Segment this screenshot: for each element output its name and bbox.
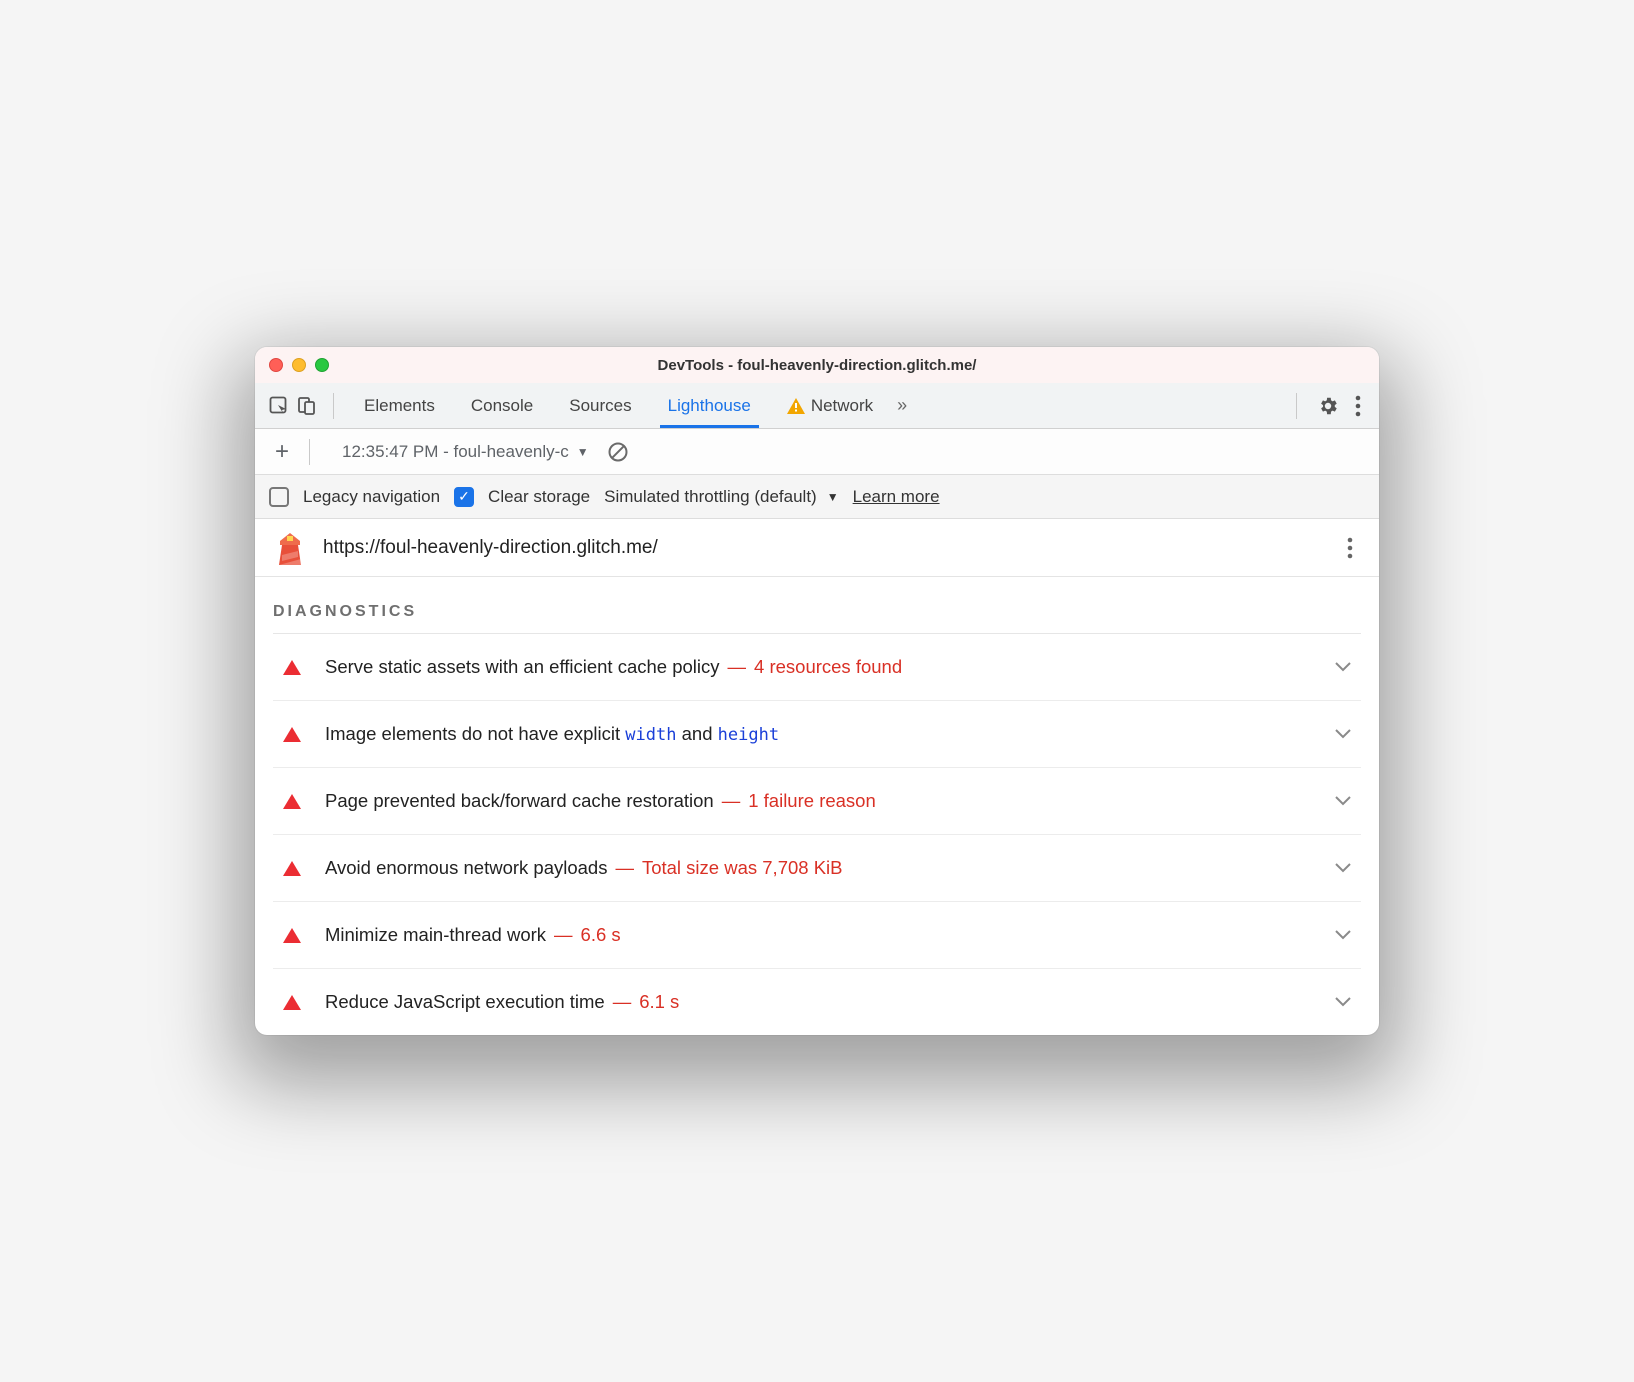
code-token: width [625, 725, 676, 745]
tab-console[interactable]: Console [453, 383, 551, 428]
fail-triangle-icon [283, 794, 301, 809]
diagnostic-detail: 6.6 s [581, 924, 621, 945]
fail-triangle-icon [283, 660, 301, 675]
throttling-label: Simulated throttling (default) [604, 487, 817, 507]
fail-triangle-icon [283, 727, 301, 742]
tab-network[interactable]: Network [769, 383, 891, 428]
diagnostic-title: Reduce JavaScript execution time [325, 991, 605, 1012]
diagnostic-detail: 4 resources found [754, 656, 902, 677]
lighthouse-options: Legacy navigation ✓ Clear storage Simula… [255, 475, 1379, 519]
tab-sources[interactable]: Sources [551, 383, 649, 428]
more-tabs-button[interactable]: » [891, 395, 913, 416]
chevron-down-icon [1335, 863, 1351, 873]
fail-triangle-icon [283, 928, 301, 943]
diagnostic-text: Serve static assets with an efficient ca… [325, 656, 902, 678]
tab-elements[interactable]: Elements [346, 383, 453, 428]
learn-more-link[interactable]: Learn more [853, 487, 940, 507]
devtools-tabbar: ElementsConsoleSourcesLighthouseNetwork … [255, 383, 1379, 429]
diagnostic-title: Page prevented back/forward cache restor… [325, 790, 714, 811]
diagnostic-text: Page prevented back/forward cache restor… [325, 790, 876, 812]
divider [1296, 393, 1297, 419]
device-toggle-icon[interactable] [293, 392, 321, 420]
inspect-element-icon[interactable] [265, 392, 293, 420]
diagnostic-row[interactable]: Serve static assets with an efficient ca… [273, 634, 1361, 701]
throttling-select[interactable]: Simulated throttling (default) ▼ [604, 487, 839, 507]
chevron-down-icon [1335, 930, 1351, 940]
diagnostic-detail: Total size was 7,708 KiB [642, 857, 843, 878]
diagnostic-detail: 1 failure reason [748, 790, 876, 811]
diagnostic-text: Avoid enormous network payloads—Total si… [325, 857, 843, 879]
legacy-navigation-label: Legacy navigation [303, 487, 440, 507]
window-controls [269, 358, 329, 372]
code-token: height [718, 725, 779, 745]
diagnostic-text: Minimize main-thread work—6.6 s [325, 924, 621, 946]
lighthouse-icon [273, 529, 307, 567]
divider [333, 393, 334, 419]
lighthouse-toolbar: + 12:35:47 PM - foul-heavenly-c ▼ [255, 429, 1379, 475]
main-menu-button[interactable] [1347, 395, 1369, 417]
legacy-navigation-checkbox[interactable] [269, 487, 289, 507]
chevron-down-icon [1335, 729, 1351, 739]
fail-triangle-icon [283, 995, 301, 1010]
tab-label: Lighthouse [668, 396, 751, 416]
tab-lighthouse[interactable]: Lighthouse [650, 383, 769, 428]
report-select[interactable]: 12:35:47 PM - foul-heavenly-c ▼ [342, 442, 589, 462]
caret-down-icon: ▼ [577, 445, 589, 459]
tab-label: Network [811, 396, 873, 416]
diagnostics-heading: DIAGNOSTICS [255, 577, 1379, 633]
diagnostic-row[interactable]: Reduce JavaScript execution time—6.1 s [273, 969, 1361, 1035]
clear-all-button[interactable] [607, 441, 629, 463]
diagnostic-title: Serve static assets with an efficient ca… [325, 656, 720, 677]
window-title: DevTools - foul-heavenly-direction.glitc… [255, 357, 1379, 374]
diagnostic-title: Minimize main-thread work [325, 924, 546, 945]
report-select-label: 12:35:47 PM - foul-heavenly-c [342, 442, 569, 462]
diagnostic-row[interactable]: Minimize main-thread work—6.6 s [273, 902, 1361, 969]
titlebar: DevTools - foul-heavenly-direction.glitc… [255, 347, 1379, 383]
chevron-down-icon [1335, 796, 1351, 806]
close-window-button[interactable] [269, 358, 283, 372]
caret-down-icon: ▼ [827, 490, 839, 504]
clear-storage-checkbox[interactable]: ✓ [454, 487, 474, 507]
diagnostic-row[interactable]: Avoid enormous network payloads—Total si… [273, 835, 1361, 902]
diagnostics-list: Serve static assets with an efficient ca… [273, 633, 1361, 1035]
devtools-window: DevTools - foul-heavenly-direction.glitc… [255, 347, 1379, 1035]
chevron-down-icon [1335, 662, 1351, 672]
chevron-down-icon [1335, 997, 1351, 1007]
tab-label: Console [471, 396, 533, 416]
report-menu-button[interactable] [1339, 537, 1361, 559]
fail-triangle-icon [283, 861, 301, 876]
maximize-window-button[interactable] [315, 358, 329, 372]
tab-label: Elements [364, 396, 435, 416]
diagnostic-row[interactable]: Image elements do not have explicit widt… [273, 701, 1361, 768]
diagnostic-detail: 6.1 s [639, 991, 679, 1012]
clear-storage-label: Clear storage [488, 487, 590, 507]
diagnostic-text: Reduce JavaScript execution time—6.1 s [325, 991, 679, 1013]
warning-icon [787, 398, 805, 414]
new-report-button[interactable]: + [269, 438, 295, 466]
divider [309, 439, 310, 465]
diagnostic-text: Image elements do not have explicit widt… [325, 723, 779, 745]
tabs: Elements Console Sources Lighthouse Network [346, 383, 891, 428]
diagnostic-row[interactable]: Page prevented back/forward cache restor… [273, 768, 1361, 835]
minimize-window-button[interactable] [292, 358, 306, 372]
report-header: https://foul-heavenly-direction.glitch.m… [255, 519, 1379, 577]
diagnostic-title: Avoid enormous network payloads [325, 857, 607, 878]
report-url: https://foul-heavenly-direction.glitch.m… [323, 537, 1339, 559]
settings-icon[interactable] [1309, 395, 1347, 417]
tab-label: Sources [569, 396, 631, 416]
